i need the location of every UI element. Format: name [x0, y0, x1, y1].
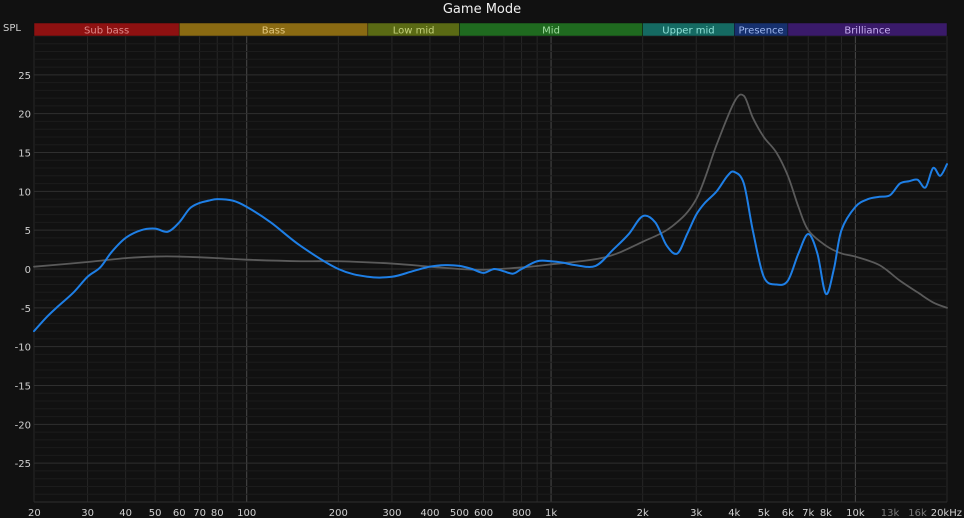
frequency-band-bar: Sub bass Bass Low mid Mid Upper mid Presence B…: [33, 22, 948, 37]
x-tick-label: 40: [119, 508, 132, 518]
y-tick-label: -20: [15, 420, 31, 431]
x-tick-label: 500: [450, 508, 469, 518]
band-label: Presence: [738, 26, 783, 37]
band-label: Bass: [262, 26, 285, 37]
x-tick-label: 13k: [881, 508, 900, 518]
x-tick-label: 30: [81, 508, 94, 518]
x-tick-label: 100: [237, 508, 256, 518]
y-tick-label: -10: [15, 343, 31, 354]
y-tick-label: 20: [18, 110, 31, 121]
x-tick-label: 4k: [728, 508, 740, 518]
x-tick-label: 7k: [802, 508, 814, 518]
x-tick-label: 600: [474, 508, 493, 518]
series-line-secondary: [33, 93, 948, 309]
y-tick-label: -5: [21, 304, 31, 315]
frequency-response-chart: Sub bass Bass Low mid Mid Upper mid Presence B…: [3, 22, 962, 518]
y-axis: 25 20 15 10 5 0 -5 -10 -15 -20 -25: [15, 71, 31, 470]
y-axis-label: SPL: [3, 23, 21, 34]
x-tick-label: 16k: [908, 508, 927, 518]
x-tick-label: 80: [211, 508, 224, 518]
x-tick-label: 400: [420, 508, 439, 518]
x-tick-label: 60: [173, 508, 186, 518]
y-tick-label: 0: [25, 265, 31, 276]
y-tick-label: 10: [18, 187, 31, 198]
x-tick-label: 1k: [545, 508, 557, 518]
band-label: Upper mid: [662, 26, 714, 37]
x-tick-label: 5k: [758, 508, 770, 518]
y-tick-label: -15: [15, 382, 31, 393]
x-tick-label: 50: [149, 508, 162, 518]
y-tick-label: -25: [15, 459, 31, 470]
y-tick-label: 25: [18, 71, 31, 82]
x-tick-label: 300: [382, 508, 401, 518]
x-tick-label: 2k: [637, 508, 649, 518]
x-tick-label: 200: [329, 508, 348, 518]
x-tick-label: 20kHz: [931, 508, 962, 518]
x-axis: 20 30 40 50 60 70 80 100 200 300 400 500 600 800 1k 2k 3…: [28, 508, 962, 518]
band-label: Sub bass: [84, 26, 129, 37]
x-tick-label: 10k: [846, 508, 865, 518]
band-label: Brilliance: [844, 26, 890, 37]
x-tick-label: 800: [512, 508, 531, 518]
series-lines: [33, 93, 948, 333]
x-tick-label: 8k: [820, 508, 832, 518]
x-tick-label: 70: [193, 508, 206, 518]
series-line-primary: [33, 163, 948, 333]
x-tick-label: 6k: [782, 508, 794, 518]
y-tick-label: 15: [18, 149, 31, 160]
band-label: Low mid: [393, 26, 435, 37]
x-tick-label: 20: [28, 508, 41, 518]
y-tick-label: 5: [25, 226, 31, 237]
band-label: Mid: [542, 26, 560, 37]
x-tick-label: 3k: [690, 508, 702, 518]
